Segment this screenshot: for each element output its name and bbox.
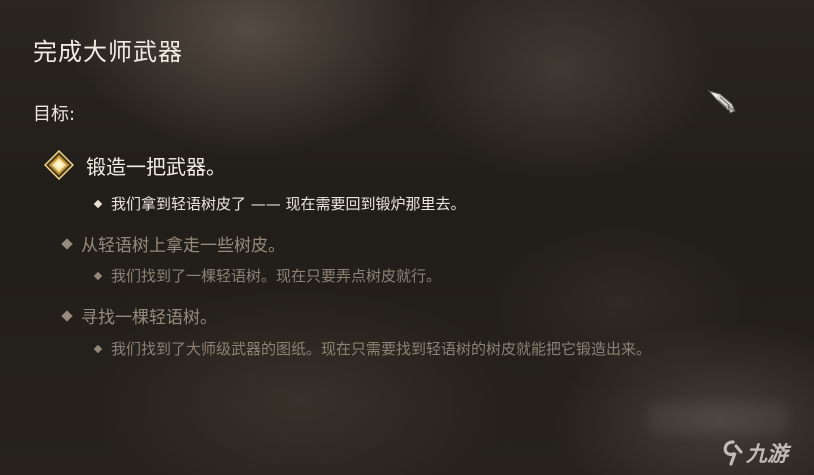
current-objective-note-text: 我们拿到轻语树皮了 —— 现在需要回到锻炉那里去。 [111, 195, 466, 213]
completed-objective-text: 寻找一棵轻语树。 [81, 308, 217, 328]
completed-objective-note-text: 我们找到了大师级武器的图纸。现在只需要找到轻语树的树皮就能把它锻造出来。 [111, 340, 652, 358]
completed-objective: 从轻语树上拿走一些树皮。 [61, 231, 285, 256]
diamond-bullet-icon [93, 271, 103, 280]
diamond-bullet-icon [61, 237, 73, 250]
watermark-glow [648, 402, 788, 434]
diamond-bullet-icon [93, 199, 103, 208]
diamond-bullet-icon [61, 309, 73, 322]
completed-objective-note: 我们找到了大师级武器的图纸。现在只需要找到轻语树的树皮就能把它锻造出来。 [93, 338, 652, 359]
quest-title: 完成大师武器 [33, 38, 183, 66]
current-objective: 锻造一把武器。 [44, 150, 226, 180]
current-objective-text: 锻造一把武器。 [86, 154, 226, 179]
completed-objective: 寻找一棵轻语树。 [61, 303, 217, 328]
quest-journal-panel: 完成大师武器 目标: 锻造一把武器。 我们拿到轻语树皮了 —— 现在需要回到锻炉… [0, 0, 814, 475]
gauntlet-cursor-icon [707, 90, 736, 114]
site-watermark: 九游 [722, 438, 788, 468]
completed-objective-note-text: 我们找到了一棵轻语树。现在只要弄点树皮就行。 [111, 267, 442, 285]
completed-objective-text: 从轻语树上拿走一些树皮。 [81, 236, 285, 256]
objectives-label: 目标: [33, 104, 76, 125]
golden-diamond-gem-icon [44, 150, 74, 180]
completed-objective-note: 我们找到了一棵轻语树。现在只要弄点树皮就行。 [93, 265, 442, 286]
current-objective-note: 我们拿到轻语树皮了 —— 现在需要回到锻炉那里去。 [93, 193, 466, 214]
watermark-text: 九游 [746, 442, 788, 466]
nine-game-logo-icon [723, 440, 743, 466]
diamond-bullet-icon [93, 344, 103, 353]
